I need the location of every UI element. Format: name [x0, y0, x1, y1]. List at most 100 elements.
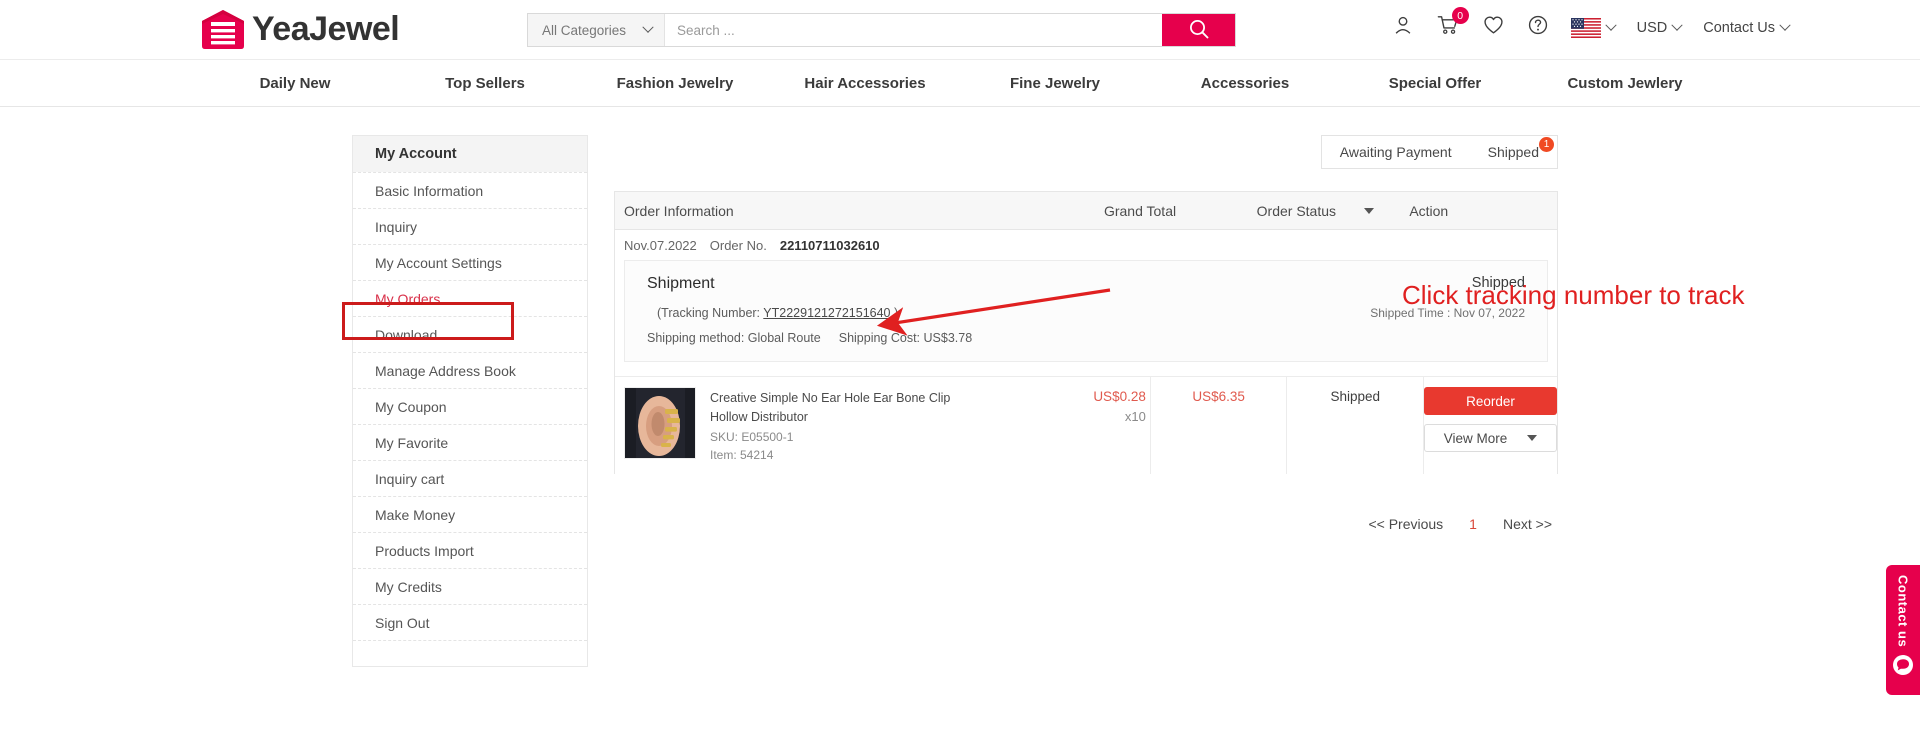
order-no-label: Order No. [709, 237, 767, 253]
order-no-value: 22110711032610 [779, 237, 880, 253]
category-select[interactable]: All Categories [528, 14, 665, 46]
search-input[interactable] [665, 14, 1162, 46]
product-price-cell: US$0.28 x10 [1054, 377, 1151, 474]
site-header: YeaJewel All Categories Search ... 0 USD… [0, 0, 1920, 59]
sidebar-item-my-orders[interactable]: My Orders [353, 280, 587, 316]
product-name-line1[interactable]: Creative Simple No Ear Hole Ear Bone Cli… [710, 389, 950, 408]
shipment-title-row: Shipment Shipped [647, 275, 1525, 293]
order-status-value: Shipped [1287, 377, 1425, 474]
chevron-down-icon [642, 21, 654, 33]
product-info-cell: Creative Simple No Ear Hole Ear Bone Cli… [615, 377, 1054, 474]
caret-down-icon [1527, 435, 1538, 441]
heart-wishlist-icon [1482, 14, 1505, 41]
tracking-number-link[interactable]: YT2229121272151640 [763, 306, 890, 320]
tab-awaiting-payment[interactable]: Awaiting Payment [1322, 136, 1470, 168]
orders-table-header: Order Information Grand Total Order Stat… [615, 192, 1557, 230]
product-quantity: x10 [1124, 409, 1146, 424]
language-region-select[interactable] [1560, 17, 1626, 38]
shipping-cost: Shipping Cost: US$3.78 [838, 331, 973, 345]
nav-item-special-offer[interactable]: Special Offer [1340, 75, 1530, 92]
reorder-button[interactable]: Reorder [1424, 387, 1558, 415]
column-order-status-label: Order Status [1256, 202, 1337, 219]
view-more-button[interactable]: View More [1424, 424, 1558, 452]
category-select-label: All Categories [542, 22, 627, 38]
wishlist-icon-button[interactable] [1471, 14, 1516, 41]
shipment-box: Shipment Shipped (Tracking Number: YT222… [624, 260, 1548, 362]
pagination: << Previous 1 Next >> [614, 516, 1558, 532]
tracking-group: (Tracking Number: YT2229121272151640 ) [657, 306, 898, 320]
sidebar-item-my-credits[interactable]: My Credits [353, 568, 587, 604]
header-icon-group: 0 USD Contact Us [1381, 7, 1800, 41]
user-account-icon [1392, 14, 1414, 41]
help-icon-button[interactable] [1516, 14, 1560, 41]
search-button[interactable] [1162, 14, 1235, 46]
chevron-down-icon [1604, 19, 1617, 31]
sidebar-item-download[interactable]: Download [353, 316, 587, 352]
annotation-callout-text: Click tracking number to track [1402, 280, 1745, 310]
tracking-suffix: ) [894, 306, 899, 320]
contact-us-tab-label: Contact us [1895, 575, 1911, 648]
page-body: My Account Basic Information Inquiry My … [0, 107, 1920, 667]
warehouse-logo-icon [200, 8, 246, 50]
sidebar-item-my-account-settings[interactable]: My Account Settings [353, 244, 587, 280]
currency-label: USD [1636, 19, 1668, 36]
pagination-previous[interactable]: << Previous [1368, 516, 1443, 532]
product-name-line2[interactable]: Hollow Distributor [710, 408, 950, 427]
nav-item-fine-jewelry[interactable]: Fine Jewelry [960, 75, 1150, 92]
shipment-title: Shipment [647, 275, 715, 292]
nav-item-custom-jewlery[interactable]: Custom Jewlery [1530, 75, 1720, 92]
sidebar-item-inquiry[interactable]: Inquiry [353, 208, 587, 244]
order-tabs-row: Awaiting Payment Shipped 1 [614, 135, 1558, 169]
sidebar-item-sign-out[interactable]: Sign Out [353, 604, 587, 640]
nav-item-fashion-jewelry[interactable]: Fashion Jewelry [580, 75, 770, 92]
sidebar-item-inquiry-cart[interactable]: Inquiry cart [353, 460, 587, 496]
logo-text: YeaJewel [252, 10, 400, 48]
pagination-next[interactable]: Next >> [1503, 516, 1552, 532]
nav-item-daily-new[interactable]: Daily New [200, 75, 390, 92]
orders-content: Awaiting Payment Shipped 1 Order Informa… [614, 135, 1558, 667]
cart-count-badge: 0 [1451, 7, 1469, 24]
product-thumbnail-ear-cuff[interactable] [624, 387, 696, 459]
account-icon-button[interactable] [1381, 14, 1425, 41]
shipping-meta-row: Shipping method: Global Route Shipping C… [647, 331, 1525, 345]
sidebar-bottom-spacer [353, 640, 587, 666]
contact-us-label: Contact Us [1703, 19, 1775, 36]
sidebar-item-basic-information[interactable]: Basic Information [353, 172, 587, 208]
sort-caret-down-icon[interactable] [1364, 207, 1375, 214]
product-text-block: Creative Simple No Ear Hole Ear Bone Cli… [710, 387, 950, 464]
orders-table: Order Information Grand Total Order Stat… [614, 191, 1558, 474]
sidebar-item-products-import[interactable]: Products Import [353, 532, 587, 568]
currency-select[interactable]: USD [1626, 19, 1693, 36]
nav-item-hair-accessories[interactable]: Hair Accessories [770, 75, 960, 92]
nav-item-accessories[interactable]: Accessories [1150, 75, 1340, 92]
site-logo[interactable]: YeaJewel [200, 8, 400, 50]
sidebar-item-my-favorite[interactable]: My Favorite [353, 424, 587, 460]
tracking-prefix: (Tracking Number: [657, 306, 761, 320]
search-box: All Categories [527, 13, 1236, 47]
sidebar-item-my-coupon[interactable]: My Coupon [353, 388, 587, 424]
product-unit-price: US$0.28 [1093, 389, 1146, 404]
chevron-down-icon [1779, 19, 1791, 31]
sidebar-item-manage-address-book[interactable]: Manage Address Book [353, 352, 587, 388]
tab-shipped-badge: 1 [1539, 137, 1554, 152]
sidebar-title: My Account [353, 136, 587, 172]
contact-us-menu[interactable]: Contact Us [1692, 19, 1800, 36]
tab-shipped-label: Shipped [1487, 144, 1539, 160]
product-item: Item: 54214 [710, 447, 774, 462]
contact-us-floating-tab[interactable]: Contact us [1886, 565, 1920, 695]
column-order-status[interactable]: Order Status [1257, 203, 1410, 219]
pagination-page-1[interactable]: 1 [1469, 516, 1477, 532]
column-grand-total: Grand Total [1103, 202, 1177, 219]
view-more-label: View More [1443, 430, 1508, 446]
sidebar-item-make-money[interactable]: Make Money [353, 496, 587, 532]
tab-shipped[interactable]: Shipped 1 [1470, 136, 1557, 168]
tab-awaiting-payment-label: Awaiting Payment [1339, 144, 1452, 160]
nav-item-top-sellers[interactable]: Top Sellers [390, 75, 580, 92]
product-sku: SKU: E05500-1 [710, 429, 794, 444]
column-action: Action [1409, 202, 1449, 219]
shipping-method: Shipping method: Global Route [647, 331, 821, 345]
cart-icon-button[interactable]: 0 [1425, 7, 1471, 41]
order-product-row: Creative Simple No Ear Hole Ear Bone Cli… [615, 376, 1558, 474]
question-help-icon [1527, 14, 1549, 41]
order-meta-row: Nov.07.2022 Order No. 22110711032610 [615, 230, 1557, 260]
